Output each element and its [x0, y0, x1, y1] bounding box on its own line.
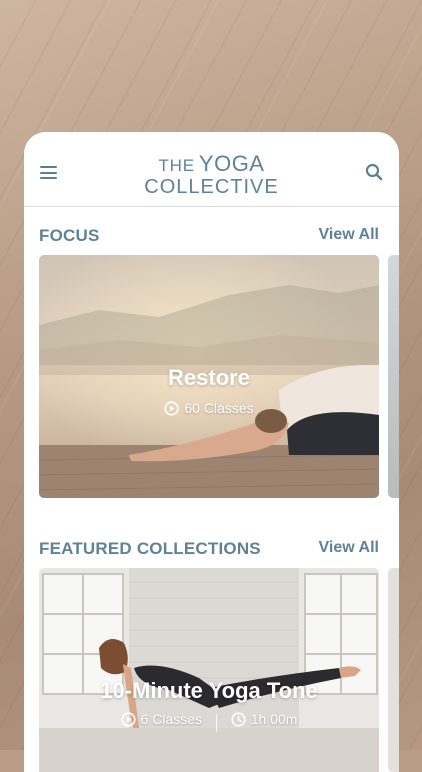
featured-card-yoga-tone[interactable]: 10-Minute Yoga Tone 6 Classes 1h 00m — [39, 568, 379, 772]
logo-yoga: YOGA — [198, 151, 265, 176]
app-screen: THE YOGA COLLECTIVE FOCUS View All Resto… — [24, 132, 399, 772]
yoga-tone-card-title: 10-Minute Yoga Tone — [100, 678, 318, 703]
meta-divider — [215, 713, 217, 732]
logo-the: THE — [158, 156, 195, 175]
logo-collective: COLLECTIVE — [144, 176, 279, 198]
yoga-tone-duration: 1h 00m — [250, 711, 298, 727]
yoga-tone-card-meta: 6 Classes 1h 00m — [39, 711, 379, 732]
section-title-featured: FEATURED COLLECTIONS — [39, 539, 261, 558]
app-bar: THE YOGA COLLECTIVE — [24, 132, 399, 207]
clock-icon — [231, 711, 246, 727]
yoga-tone-card-image — [39, 568, 379, 772]
focus-section-header: FOCUS View All — [39, 226, 379, 248]
featured-section-header: FEATURED COLLECTIONS View All — [39, 539, 379, 561]
featured-next-card-peek[interactable] — [388, 568, 399, 772]
featured-view-all-link[interactable]: View All — [319, 539, 379, 557]
search-icon[interactable] — [365, 163, 383, 181]
restore-class-count: 60 Classes — [184, 400, 254, 416]
section-title-focus: FOCUS — [39, 226, 100, 245]
restore-card-meta: 60 Classes — [39, 400, 379, 419]
focus-card-restore[interactable]: Restore 60 Classes — [39, 255, 379, 498]
yoga-tone-class-count: 6 Classes — [140, 711, 202, 727]
app-logo: THE YOGA COLLECTIVE — [24, 151, 399, 199]
restore-card-title: Restore — [168, 365, 250, 390]
focus-view-all-link[interactable]: View All — [319, 226, 379, 244]
play-circle-icon — [164, 400, 179, 416]
play-circle-icon — [120, 711, 136, 727]
focus-next-card-peek[interactable] — [388, 255, 399, 498]
